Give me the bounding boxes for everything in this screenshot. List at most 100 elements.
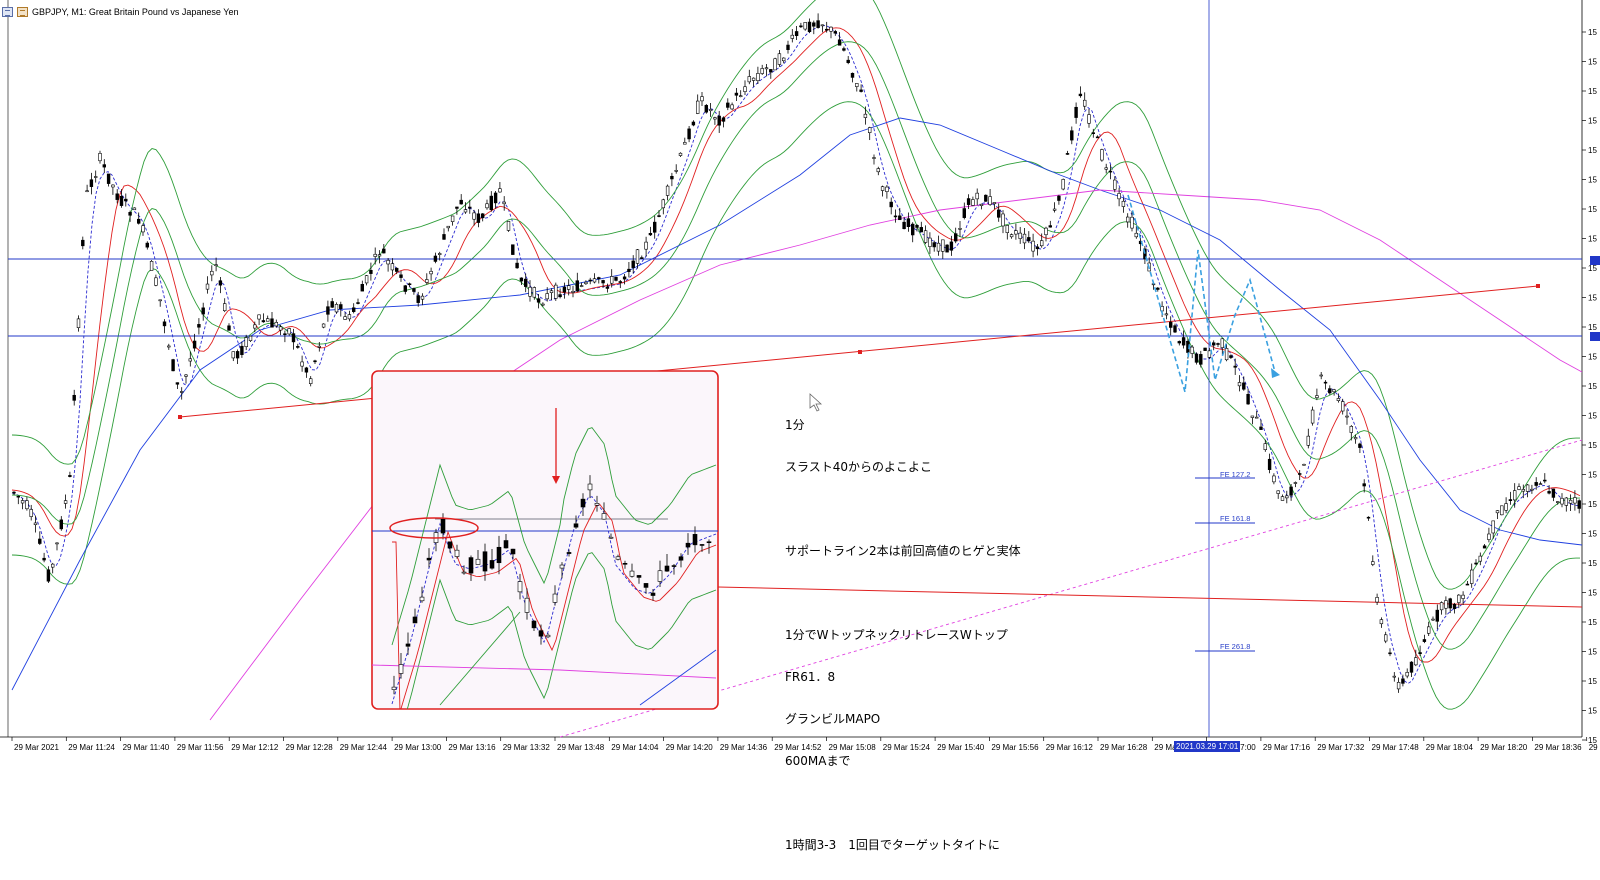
trendline-anchor xyxy=(178,415,182,419)
inset-candle-body xyxy=(391,686,397,690)
candle-body xyxy=(756,73,760,81)
candle-body xyxy=(614,276,618,281)
candle-body xyxy=(1405,672,1409,677)
candle-body xyxy=(730,104,734,110)
candle-body xyxy=(89,179,94,187)
candle-body xyxy=(1216,343,1220,345)
inset-candle-body xyxy=(699,544,705,546)
candle-body xyxy=(390,263,395,271)
candle-body xyxy=(923,230,928,243)
fibo-label-161[interactable]: FE 161.8 xyxy=(1220,514,1250,523)
fibo-label-127[interactable]: FE 127.2 xyxy=(1220,470,1250,479)
candle-body xyxy=(162,321,167,327)
candle-body xyxy=(743,86,747,92)
candle-body xyxy=(661,199,666,209)
candle-body xyxy=(1048,225,1053,228)
candle-body xyxy=(777,53,782,65)
candle-body xyxy=(1538,483,1543,485)
time-axis-label: 29 Mar 11:24 xyxy=(68,743,115,752)
inset-zoom-panel[interactable] xyxy=(371,370,719,710)
price-axis-label: 15 xyxy=(1588,264,1597,273)
chart-window-icon[interactable] xyxy=(2,7,13,17)
candle-body xyxy=(1005,225,1010,233)
candle-body xyxy=(962,208,967,218)
time-axis-label: 29 Mar 18:36 xyxy=(1534,743,1582,752)
chart-tile-icon[interactable] xyxy=(17,7,28,17)
candle-body xyxy=(223,303,227,312)
candle-body xyxy=(81,239,85,247)
candle-body xyxy=(94,176,98,178)
candle-body xyxy=(1439,602,1444,611)
candle-body xyxy=(571,290,575,293)
candle-body xyxy=(175,382,180,385)
candle-body xyxy=(528,286,532,297)
candle-body xyxy=(1229,355,1233,358)
candle-body xyxy=(412,288,416,292)
candle-body xyxy=(111,184,115,188)
inset-candle-body xyxy=(636,575,642,578)
candle-body xyxy=(601,280,605,284)
candle-body xyxy=(433,255,438,262)
candle-body xyxy=(988,196,992,205)
candle-body xyxy=(1543,479,1547,482)
candle-body xyxy=(326,306,330,315)
candle-body xyxy=(1388,652,1392,655)
candle-body xyxy=(343,316,347,320)
time-axis-label: 29 Mar 14:36 xyxy=(720,743,768,752)
candle-body xyxy=(1414,657,1418,666)
fibo-label-261[interactable]: FE 261.8 xyxy=(1220,642,1250,651)
candle-body xyxy=(128,212,132,216)
candle-body xyxy=(1276,490,1280,494)
time-axis-label: 29 Mar 17:32 xyxy=(1317,743,1365,752)
candle-body xyxy=(472,212,476,220)
candle-body xyxy=(889,201,893,208)
candle-body xyxy=(1190,346,1194,354)
candle-body xyxy=(1534,482,1538,486)
candle-body xyxy=(485,203,489,209)
candle-body xyxy=(1448,598,1452,609)
inset-candle-body xyxy=(538,630,544,637)
inset-candle-body xyxy=(587,483,593,491)
candle-body xyxy=(919,227,924,233)
candle-body xyxy=(167,345,171,348)
candle-body xyxy=(420,295,425,300)
candle-body xyxy=(1027,237,1031,242)
candle-body xyxy=(915,225,919,228)
candle-body xyxy=(816,20,820,28)
candle-body xyxy=(278,326,283,331)
candle-body xyxy=(511,244,515,255)
inset-candle-body xyxy=(447,541,453,549)
candle-body xyxy=(205,283,210,290)
inset-candle-body xyxy=(692,534,698,546)
candle-body xyxy=(575,280,580,292)
candle-body xyxy=(1530,488,1534,491)
candle-body xyxy=(1156,287,1160,290)
candle-body xyxy=(605,286,610,289)
annotation-line: 1時間3-3 1回目でターゲットタイトに xyxy=(785,838,1000,852)
inset-candle-body xyxy=(559,564,565,569)
candle-body xyxy=(1255,416,1259,419)
candle-body xyxy=(1044,227,1048,236)
inset-candle-body xyxy=(545,634,551,638)
candle-body xyxy=(867,127,872,133)
candle-body xyxy=(1203,347,1207,351)
candle-body xyxy=(12,491,16,494)
price-tag-upper xyxy=(1590,256,1600,265)
candle-body xyxy=(1263,443,1268,450)
price-axis-label: 15 xyxy=(1588,146,1597,155)
candle-body xyxy=(1332,389,1336,393)
candle-body xyxy=(1233,365,1237,368)
candle-body xyxy=(1435,609,1440,622)
candle-body xyxy=(124,198,128,202)
candle-body xyxy=(515,262,519,269)
candle-body xyxy=(971,199,975,206)
candle-body xyxy=(652,221,657,233)
candle-body xyxy=(407,283,412,286)
candle-body xyxy=(532,287,537,298)
candle-body xyxy=(369,269,373,274)
candle-body xyxy=(824,28,829,31)
candle-body xyxy=(1401,678,1405,684)
candle-body xyxy=(850,72,855,78)
inset-candle-body xyxy=(552,593,558,603)
chart-area[interactable]: 29 Mar 2021 29 Mar 11:24 29 Mar 11:40 29 Ma… xyxy=(0,0,1600,852)
